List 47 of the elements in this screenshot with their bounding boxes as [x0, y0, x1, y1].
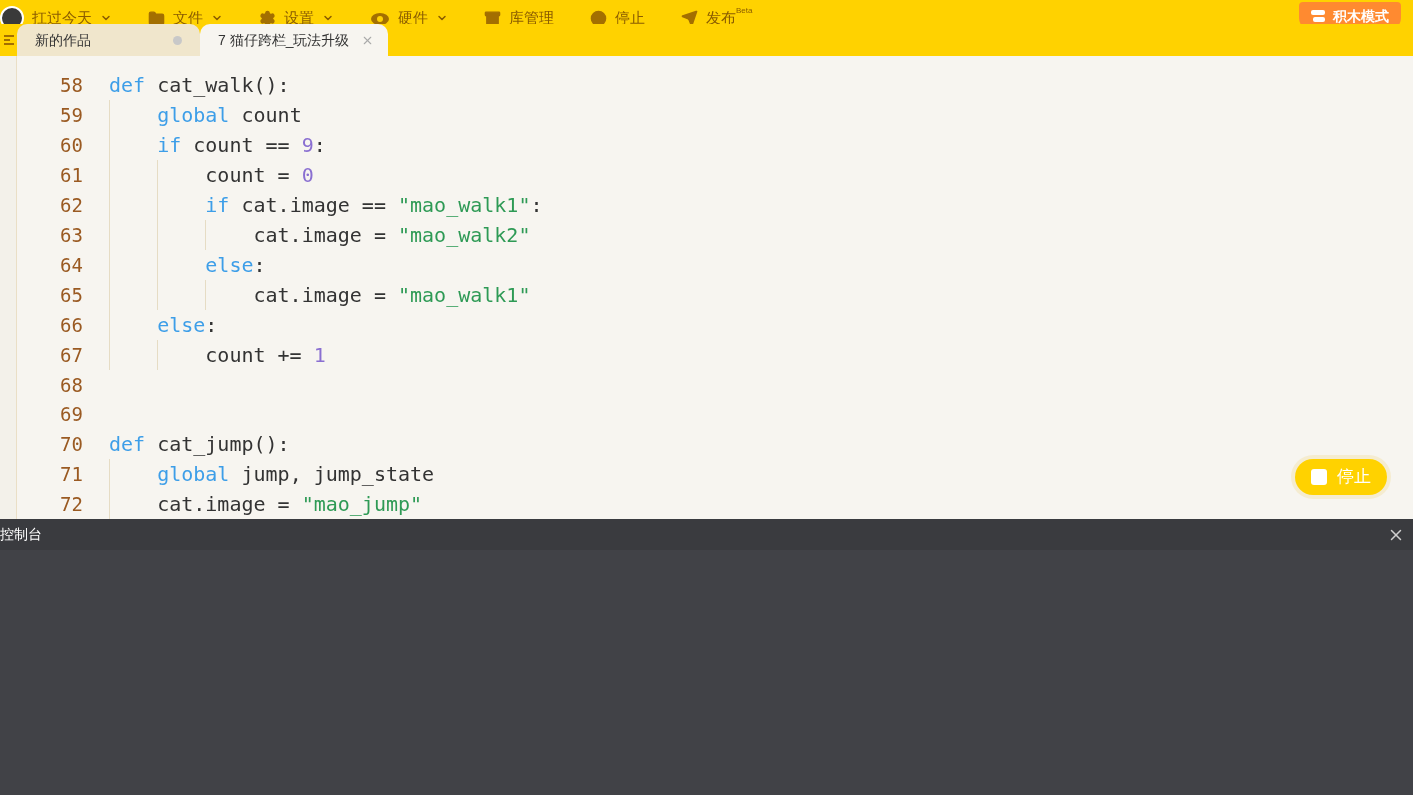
line-number: 59 — [59, 102, 83, 128]
line-number: 70 — [59, 431, 83, 457]
line-number: 62 — [59, 192, 83, 218]
line-number: 58 — [59, 72, 83, 98]
line-number: 67 — [59, 342, 83, 368]
archive-icon — [484, 9, 501, 24]
menu-item[interactable]: 设置 — [259, 6, 334, 24]
line-number: 69 — [59, 402, 83, 427]
code-line: cat.image = "mao_walk2" — [252, 222, 531, 249]
code-line: global count — [156, 102, 302, 129]
blocks-icon — [1311, 10, 1325, 22]
send-icon — [681, 9, 698, 24]
avatar-icon — [0, 6, 24, 24]
menu-item[interactable]: 文件 — [148, 6, 223, 24]
line-number: 61 — [59, 162, 83, 188]
code-line: cat.image = "mao_walk1" — [252, 282, 531, 309]
code-line: else: — [204, 252, 266, 279]
gear-icon — [259, 9, 276, 24]
code-line: cat.image = "mao_jump" — [156, 491, 423, 518]
tab-label: 新的作品 — [35, 30, 91, 50]
code-line: count = 0 — [204, 162, 314, 189]
line-number: 68 — [59, 372, 83, 398]
code-line: global jump, jump_state — [156, 461, 435, 488]
editor-tab[interactable]: 7 猫仔跨栏_玩法升级 — [200, 24, 389, 56]
tab-label: 7 猫仔跨栏_玩法升级 — [218, 30, 350, 50]
editor-tab[interactable]: 新的作品 — [17, 24, 200, 56]
line-number: 65 — [59, 282, 83, 308]
line-number: 71 — [59, 461, 83, 487]
code-line: else: — [156, 312, 218, 339]
line-number: 64 — [59, 252, 83, 278]
code-line: count += 1 — [204, 342, 326, 369]
line-number: 60 — [59, 132, 83, 158]
line-number: 63 — [59, 222, 83, 248]
beta-label: Beta — [736, 6, 753, 15]
menu-item[interactable]: 硬件 — [370, 6, 448, 24]
code-line: if count == 9: — [156, 132, 326, 159]
code-line: if cat.image == "mao_walk1": — [204, 192, 543, 219]
block-mode-button[interactable]: 积木模式 — [1299, 2, 1401, 24]
line-number: 72 — [59, 491, 83, 517]
console-title: 控制台 — [0, 525, 42, 544]
code-line: def cat_walk(): — [109, 72, 290, 99]
stop-square-icon — [1311, 469, 1327, 485]
menu-icon[interactable] — [3, 35, 14, 45]
menu-item[interactable]: 库管理 — [484, 6, 554, 24]
line-number: 66 — [59, 312, 83, 338]
code-line: def cat_jump(): — [109, 431, 290, 458]
folder-icon — [148, 9, 165, 24]
